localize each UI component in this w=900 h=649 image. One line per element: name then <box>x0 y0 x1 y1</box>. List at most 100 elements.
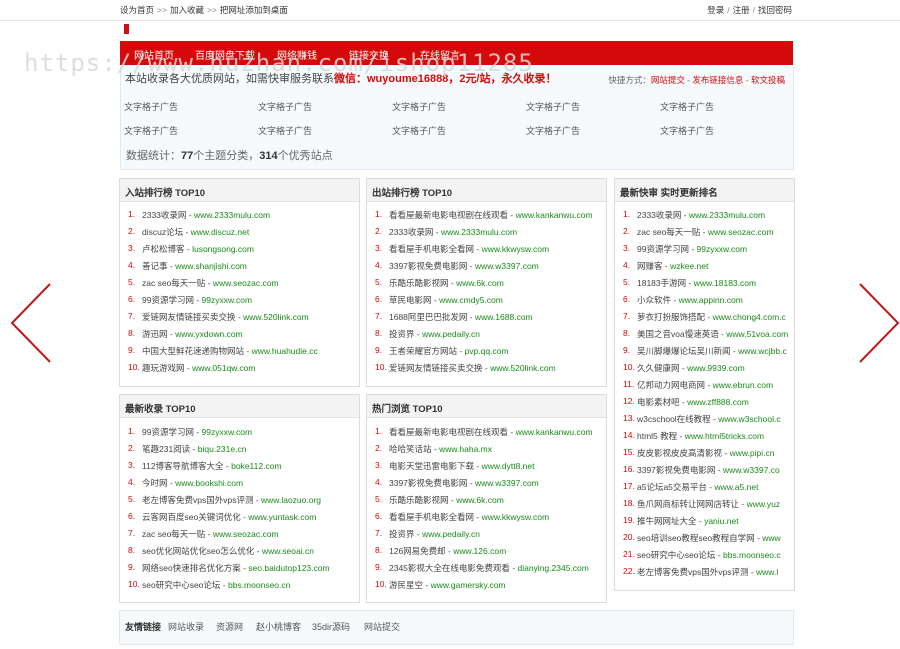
rank-site-link[interactable]: 美国之音voa慢速英语 - www.51voa.com <box>637 328 788 340</box>
rank-item[interactable]: 3. 99资源学习网 - 99zyxxw.com <box>615 243 794 257</box>
rank-site-link[interactable]: zac seo每天一贴 - www.seozac.com <box>142 528 279 540</box>
rank-site-link[interactable]: 王者荣耀官方网站 - pvp.qq.com <box>389 345 509 357</box>
rank-site-link[interactable]: discuz论坛 - www.discuz.net <box>142 226 249 238</box>
rank-item[interactable]: 10. 趣玩游戏网 - www.051qw.com <box>120 362 359 376</box>
ad-slot[interactable]: 文字格子广告 <box>124 100 178 113</box>
rank-site-link[interactable]: 99资源学习网 - 99zyxxw.com <box>637 243 747 255</box>
rank-item[interactable]: 3. 看看屋手机电影全看网 - www.kkwysw.com <box>367 243 606 257</box>
rank-item[interactable]: 4. 3397影视免费电影网 - www.w3397.com <box>367 260 606 274</box>
rank-item[interactable]: 1. 2333收录网 - www.2333mulu.com <box>120 209 359 223</box>
rank-item[interactable]: 7. 萝衣打扮服饰搭配 - www.chong4.com.c <box>615 311 794 325</box>
rank-item[interactable]: 5. 18183手游网 - www.18183.com <box>615 277 794 291</box>
login-link[interactable]: 登录 <box>707 5 724 15</box>
rank-site-link[interactable]: 老左博客免费vps国外vps评测 - www.laozuo.org <box>142 494 321 506</box>
friend-link[interactable]: 网站提交 <box>364 620 400 633</box>
rank-item[interactable]: 3. 电影天堂迅雷电影下载 - www.dytt8.net <box>367 460 606 474</box>
nav-link-exchange[interactable]: 链接交换 <box>349 47 389 62</box>
rank-site-link[interactable]: 3397影视免费电影网 - www.w3397.com <box>389 260 539 272</box>
rank-site-link[interactable]: 笔趣231阅读 - biqu.231e.cn <box>142 443 246 455</box>
rank-item[interactable]: 21. seo研究中心seo论坛 - bbs.moonseo.c <box>615 549 794 563</box>
ad-slot[interactable]: 文字格子广告 <box>526 124 580 137</box>
rank-site-link[interactable]: 2345影视大全在线电影免费观看 - dianying.2345.com <box>389 562 589 574</box>
rank-item[interactable]: 10. 游民星空 - www.gamersky.com <box>367 579 606 593</box>
rank-site-link[interactable]: 趣玩游戏网 - www.051qw.com <box>142 362 255 374</box>
rank-site-link[interactable]: 游迅网 - www.yxdown.com <box>142 328 243 340</box>
rank-item[interactable]: 2. discuz论坛 - www.discuz.net <box>120 226 359 240</box>
rank-site-link[interactable]: 99资源学习网 - 99zyxxw.com <box>142 426 252 438</box>
ad-slot[interactable]: 文字格子广告 <box>526 100 580 113</box>
rank-item[interactable]: 9. 王者荣耀官方网站 - pvp.qq.com <box>367 345 606 359</box>
add-favorite-link[interactable]: 加入收藏 <box>170 5 204 15</box>
rank-item[interactable]: 14. html5 教程 - www.html5tricks.com <box>615 430 794 444</box>
rank-site-link[interactable]: 皮皮影视皮皮高清影视 - www.pipi.cn <box>637 447 774 459</box>
rank-site-link[interactable]: 看看屋手机电影全看网 - www.kkwysw.com <box>389 243 549 255</box>
ad-slot[interactable]: 文字格子广告 <box>392 124 446 137</box>
rank-item[interactable]: 5. 老左博客免费vps国外vps评测 - www.laozuo.org <box>120 494 359 508</box>
rank-site-link[interactable]: 网赚客 - wzkee.net <box>637 260 708 272</box>
friend-link[interactable]: 资源网 <box>216 620 243 633</box>
rank-item[interactable]: 10. 久久健康网 - www.9939.com <box>615 362 794 376</box>
rank-item[interactable]: 8. 投资界 - www.pedaily.cn <box>367 328 606 342</box>
rank-item[interactable]: 11. 亿邦动力网电商网 - www.ebrun.com <box>615 379 794 393</box>
rank-item[interactable]: 3. 卢松松博客 - lusongsong.com <box>120 243 359 257</box>
nav-home[interactable]: 网站首页 <box>134 47 174 62</box>
rank-item[interactable]: 9. 网络seo快速排名优化方案 - seo.baidutop123.com <box>120 562 359 576</box>
rank-site-link[interactable]: 吴川脚爆爆论坛吴川新闻 - www.wcjbb.c <box>637 345 787 357</box>
forgot-password-link[interactable]: 找回密码 <box>758 5 792 15</box>
arrow-left-icon[interactable] <box>6 282 54 364</box>
rank-site-link[interactable]: 久久健康网 - www.9939.com <box>637 362 745 374</box>
ad-slot[interactable]: 文字格子广告 <box>660 100 714 113</box>
rank-site-link[interactable]: 3397影视免费电影网 - www.w3397.com <box>389 477 539 489</box>
rank-site-link[interactable]: 老左博客免费vps国外vps评测 - www.l <box>637 566 778 578</box>
rank-item[interactable]: 5. 乐酷乐酷影视网 - www.6k.com <box>367 277 606 291</box>
nav-netdisk[interactable]: 百度网盘下载 <box>195 47 255 62</box>
rank-item[interactable]: 2. 2333收录网 - www.2333mulu.com <box>367 226 606 240</box>
rank-site-link[interactable]: 卢松松博客 - lusongsong.com <box>142 243 254 255</box>
rank-site-link[interactable]: 亿邦动力网电商网 - www.ebrun.com <box>637 379 773 391</box>
rank-item[interactable]: 5. zac seo每天一贴 - www.seozac.com <box>120 277 359 291</box>
rank-site-link[interactable]: 今时网 - www.bookshi.com <box>142 477 243 489</box>
rank-site-link[interactable]: 看看屋最新电影电视剧在线观看 - www.kankanwu.com <box>389 209 593 221</box>
rank-item[interactable]: 1. 2333收录网 - www.2333mulu.com <box>615 209 794 223</box>
set-homepage-link[interactable]: 设为首页 <box>120 5 154 15</box>
ad-slot[interactable]: 文字格子广告 <box>392 100 446 113</box>
rank-item[interactable]: 6. 云客网百度seo关键词优化 - www.yuntask.com <box>120 511 359 525</box>
rank-site-link[interactable]: 1688阿里巴巴批发网 - www.1688.com <box>389 311 533 323</box>
rank-item[interactable]: 4. 今时网 - www.bookshi.com <box>120 477 359 491</box>
rank-site-link[interactable]: 哈哈笑话站 - www.haha.mx <box>389 443 492 455</box>
rank-site-link[interactable]: 乐酷乐酷影视网 - www.6k.com <box>389 277 504 289</box>
rank-site-link[interactable]: w3cschool在线教程 - www.w3school.c <box>637 413 781 425</box>
rank-item[interactable]: 7. zac seo每天一贴 - www.seozac.com <box>120 528 359 542</box>
rank-site-link[interactable]: 云客网百度seo关键词优化 - www.yuntask.com <box>142 511 316 523</box>
rank-site-link[interactable]: seo培训seo教程seo教程自学网 - www <box>637 532 781 544</box>
register-link[interactable]: 注册 <box>733 5 750 15</box>
arrow-right-icon[interactable] <box>856 282 900 364</box>
rank-item[interactable]: 4. 3397影视免费电影网 - www.w3397.com <box>367 477 606 491</box>
rank-site-link[interactable]: 126网易免费邮 - www.126.com <box>389 545 506 557</box>
rank-item[interactable]: 7. 爱链网友情链接买卖交换 - www.520link.com <box>120 311 359 325</box>
rank-site-link[interactable]: html5 教程 - www.html5tricks.com <box>637 430 764 442</box>
rank-item[interactable]: 8. 美国之音voa慢速英语 - www.51voa.com <box>615 328 794 342</box>
quick-post-link[interactable]: 发布链接信息 <box>692 75 743 85</box>
rank-item[interactable]: 5. 乐酷乐酷影视网 - www.6k.com <box>367 494 606 508</box>
rank-site-link[interactable]: 草民电影网 - www.cmdy5.com <box>389 294 503 306</box>
rank-site-link[interactable]: 游民星空 - www.gamersky.com <box>389 579 506 591</box>
rank-site-link[interactable]: 善记事 - www.shanjishi.com <box>142 260 247 272</box>
rank-item[interactable]: 9. 吴川脚爆爆论坛吴川新闻 - www.wcjbb.c <box>615 345 794 359</box>
rank-item[interactable]: 7. 投资界 - www.pedaily.cn <box>367 528 606 542</box>
rank-site-link[interactable]: 2333收录网 - www.2333mulu.com <box>389 226 517 238</box>
ad-slot[interactable]: 文字格子广告 <box>258 100 312 113</box>
rank-site-link[interactable]: 电影天堂迅雷电影下载 - www.dytt8.net <box>389 460 535 472</box>
rank-item[interactable]: 4. 网赚客 - wzkee.net <box>615 260 794 274</box>
rank-item[interactable]: 18. 鱼爪网商标转让网网店转让 - www.yuz <box>615 498 794 512</box>
rank-item[interactable]: 10. seo研究中心seo论坛 - bbs.moonseo.cn <box>120 579 359 593</box>
rank-item[interactable]: 1. 看看屋最新电影电视剧在线观看 - www.kankanwu.com <box>367 209 606 223</box>
rank-site-link[interactable]: 2333收录网 - www.2333mulu.com <box>637 209 765 221</box>
rank-item[interactable]: 1. 99资源学习网 - 99zyxxw.com <box>120 426 359 440</box>
rank-item[interactable]: 8. 126网易免费邮 - www.126.com <box>367 545 606 559</box>
rank-item[interactable]: 6. 小众软件 - www.appinn.com <box>615 294 794 308</box>
rank-site-link[interactable]: a5论坛a5交易平台 - www.a5.net <box>637 481 758 493</box>
friend-link[interactable]: 赵小桃博客 <box>256 620 301 633</box>
rank-site-link[interactable]: 爱链网友情链接买卖交换 - www.520link.com <box>142 311 309 323</box>
rank-site-link[interactable]: 112博客导航博客大全 - boke112.com <box>142 460 282 472</box>
